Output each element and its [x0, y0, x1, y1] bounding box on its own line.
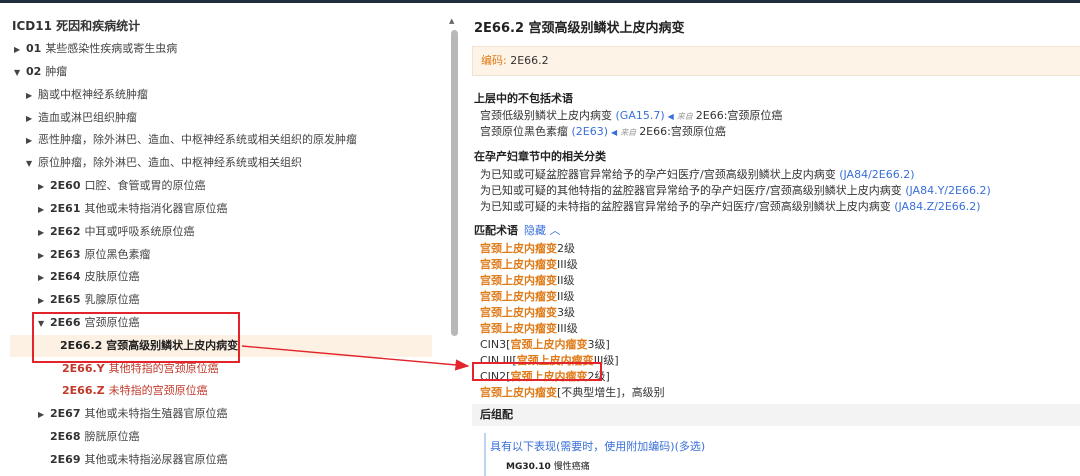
term-highlight: 宫颈上皮内瘤变 [480, 386, 557, 399]
index-heading-label: 匹配术语 [474, 224, 518, 237]
term-highlight: 宫颈上皮内瘤变 [480, 306, 557, 319]
detail-panel: 2E66.2 宫颈高级别鳞状上皮内病变 编码: 2E66.2 上层中的不包括术语… [462, 3, 1080, 476]
term-post: [不典型增生]，高级别 [557, 386, 665, 399]
term-post: II级 [557, 290, 575, 303]
perinatal-text: 为已知或可疑盆腔器官异常给予的孕产妇医疗/宫颈高级别鳞状上皮内病变 [480, 168, 836, 181]
code-bar: 编码: 2E66.2 [472, 46, 1080, 76]
perinatal-item: 为已知或可疑的未特指的盆腔器官异常给予的孕产妇医疗/宫颈高级别鳞状上皮内病变 (… [480, 198, 981, 214]
term-highlight: 宫颈上皮内瘤变 [480, 274, 557, 287]
perinatal-text: 为已知或可疑的其他特指的盆腔器官异常给予的孕产妇医疗/宫颈高级别鳞状上皮内病变 [480, 184, 902, 197]
from-label: 来自 [676, 112, 693, 121]
term-highlight: 宫颈上皮内瘤变 [480, 322, 557, 335]
index-term: 宫颈上皮内瘤变II级 [480, 272, 575, 288]
annotation-box-term [472, 362, 602, 381]
term-highlight: 宫颈上皮内瘤变 [480, 242, 557, 255]
detail-title: 2E66.2 宫颈高级别鳞状上皮内病变 [474, 21, 685, 36]
term-post: 3级] [587, 338, 610, 351]
term-post: II级 [557, 274, 575, 287]
perinatal-link[interactable]: (JA84/2E66.2) [839, 168, 914, 181]
term-post: 3级 [557, 306, 575, 319]
index-term: 宫颈上皮内瘤变III级 [480, 320, 578, 336]
index-term: CIN3[宫颈上皮内瘤变3级] [480, 336, 610, 352]
index-term: 宫颈上皮内瘤变[不典型增生]，高级别 [480, 384, 665, 400]
term-post: 2级 [557, 242, 575, 255]
exclusion-item: 宫颈低级别鳞状上皮内病变 (GA15.7) ◀ 来自 2E66:宫颈原位癌 [480, 107, 782, 123]
exclusion-link[interactable]: (2E63) [572, 125, 609, 138]
index-term: 宫颈上皮内瘤变II级 [480, 288, 575, 304]
exclusion-item: 宫颈原位黑色素瘤 (2E63) ◀ 来自 2E66:宫颈原位癌 [480, 123, 726, 139]
index-term: 宫颈上皮内瘤变III级 [480, 256, 578, 272]
section-postcoordination-heading: 后组配 [472, 404, 1080, 426]
exclusion-text: 宫颈原位黑色素瘤 [480, 125, 568, 138]
exclusion-link[interactable]: (GA15.7) [616, 109, 665, 122]
perinatal-item: 为已知或可疑的其他特指的盆腔器官异常给予的孕产妇医疗/宫颈高级别鳞状上皮内病变 … [480, 182, 991, 198]
term-highlight: 宫颈上皮内瘤变 [510, 338, 588, 351]
term-highlight: 宫颈上皮内瘤变 [480, 290, 557, 303]
from-label: 来自 [620, 128, 637, 137]
postcoordination-text[interactable]: 具有以下表现(需要时，使用附加编码)(多选) [490, 438, 705, 454]
perinatal-item: 为已知或可疑盆腔器官异常给予的孕产妇医疗/宫颈高级别鳞状上皮内病变 (JA84/… [480, 166, 915, 182]
term-pre: CIN3[ [480, 338, 511, 351]
term-post: III级 [557, 322, 578, 335]
perinatal-link[interactable]: (JA84.Y/2E66.2) [905, 184, 991, 197]
exclusion-text: 宫颈低级别鳞状上皮内病变 [480, 109, 612, 122]
index-term: 宫颈上皮内瘤变3级 [480, 304, 575, 320]
postcoordination-item[interactable]: MG30.10 慢性癌痛 [506, 459, 590, 472]
section-index-heading: 匹配术语 隐藏 ︿ [474, 222, 561, 238]
index-term: 宫颈上皮内瘤变2级 [480, 240, 575, 256]
code-value: 2E66.2 [510, 54, 549, 67]
perinatal-text: 为已知或可疑的未特指的盆腔器官异常给予的孕产妇医疗/宫颈高级别鳞状上皮内病变 [480, 200, 891, 213]
post-item-label: 慢性癌痛 [553, 462, 590, 472]
triangle-left-icon: ◀ [667, 112, 674, 121]
hide-toggle[interactable]: 隐藏 ︿ [524, 224, 561, 237]
exclusion-parent: 2E66:宫颈原位癌 [695, 109, 783, 122]
section-exclusions-heading: 上层中的不包括术语 [474, 92, 573, 105]
postcoordination-box: 具有以下表现(需要时，使用附加编码)(多选) MG30.10 慢性癌痛 [484, 433, 1080, 476]
term-post: III级 [557, 258, 578, 271]
section-perinatal-heading: 在孕产妇章节中的相关分类 [474, 150, 606, 163]
term-highlight: 宫颈上皮内瘤变 [480, 258, 557, 271]
perinatal-link[interactable]: (JA84.Z/2E66.2) [894, 200, 980, 213]
exclusion-parent: 2E66:宫颈原位癌 [639, 125, 726, 138]
post-item-code: MG30.10 [506, 462, 551, 472]
triangle-left-icon: ◀ [611, 128, 618, 137]
code-key: 编码: [481, 54, 507, 67]
